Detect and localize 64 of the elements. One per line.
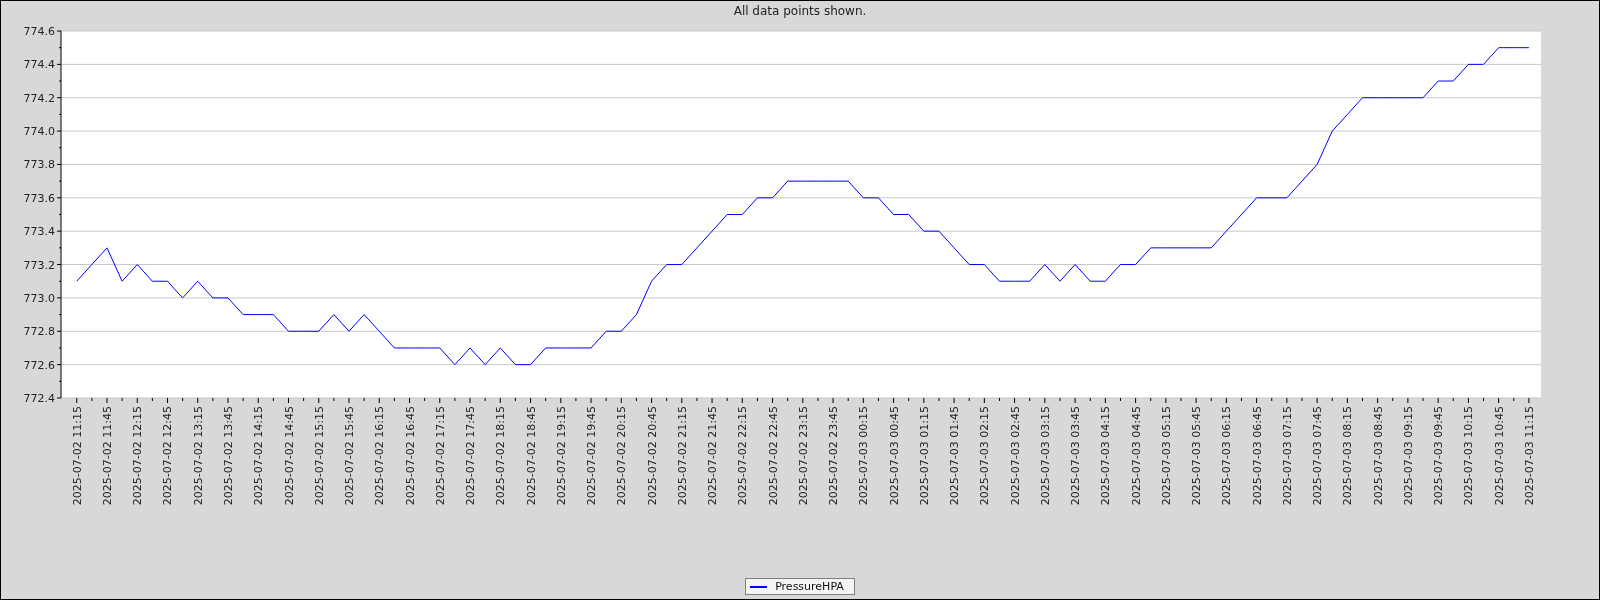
x-tick-label: 2025-07-02 22:15 — [736, 406, 750, 506]
x-tick-label: 2025-07-02 23:45 — [827, 406, 841, 506]
y-tick-label: 774.6 — [23, 25, 55, 38]
y-tick-label: 772.6 — [23, 358, 55, 372]
x-tick-label: 2025-07-03 09:45 — [1432, 406, 1446, 506]
x-tick-label: 2025-07-03 10:45 — [1492, 406, 1506, 506]
x-tick-label: 2025-07-03 11:15 — [1522, 406, 1536, 506]
x-tick-label: 2025-07-03 02:15 — [978, 406, 992, 506]
x-tick-label: 2025-07-03 01:45 — [948, 406, 962, 506]
x-tick-label: 2025-07-03 06:15 — [1220, 406, 1234, 506]
x-tick-label: 2025-07-03 03:15 — [1038, 406, 1052, 506]
x-tick-label: 2025-07-02 20:15 — [615, 406, 629, 506]
x-tick-label: 2025-07-02 13:15 — [191, 406, 205, 506]
x-tick-label: 2025-07-03 01:15 — [917, 406, 931, 506]
x-tick-label: 2025-07-03 09:15 — [1401, 406, 1415, 506]
x-tick-label: 2025-07-02 23:15 — [796, 406, 810, 506]
x-tick-label: 2025-07-03 04:45 — [1129, 406, 1143, 506]
x-tick-label: 2025-07-02 14:15 — [252, 406, 266, 506]
x-tick-label: 2025-07-02 15:15 — [312, 406, 326, 506]
x-tick-label: 2025-07-02 11:15 — [70, 406, 84, 506]
x-tick-label: 2025-07-02 16:15 — [373, 406, 387, 506]
x-tick-label: 2025-07-03 08:15 — [1341, 406, 1355, 506]
x-tick-label: 2025-07-02 15:45 — [343, 406, 356, 506]
x-tick-label: 2025-07-02 14:45 — [282, 406, 296, 506]
x-tick-label: 2025-07-02 13:45 — [222, 406, 235, 506]
y-tick-label: 773.8 — [23, 158, 55, 172]
x-tick-label: 2025-07-03 05:45 — [1190, 406, 1204, 506]
y-tick-label: 773.4 — [23, 225, 55, 239]
legend-swatch-icon — [750, 585, 768, 588]
x-tick-label: 2025-07-02 16:45 — [403, 406, 417, 506]
y-tick-label: 774.0 — [23, 125, 55, 139]
x-tick-label: 2025-07-02 12:15 — [131, 406, 145, 506]
x-tick-label: 2025-07-02 18:15 — [494, 406, 508, 506]
x-tick-label: 2025-07-02 17:45 — [464, 406, 478, 506]
y-tick-label: 773.2 — [23, 258, 55, 272]
x-tick-label: 2025-07-03 06:45 — [1250, 406, 1264, 506]
x-tick-label: 2025-07-02 12:45 — [161, 406, 175, 506]
x-tick-label: 2025-07-03 10:15 — [1462, 406, 1476, 506]
x-tick-label: 2025-07-03 07:45 — [1311, 406, 1325, 506]
x-tick-label: 2025-07-02 20:45 — [645, 406, 659, 506]
x-tick-label: 2025-07-02 21:15 — [675, 406, 689, 506]
x-tick-label: 2025-07-02 19:15 — [554, 406, 568, 506]
x-tick-label: 2025-07-03 07:15 — [1280, 406, 1294, 506]
x-tick-label: 2025-07-03 00:45 — [887, 406, 901, 506]
y-tick-label: 772.8 — [23, 325, 55, 339]
y-tick-label: 773.6 — [23, 191, 55, 205]
x-tick-label: 2025-07-02 17:15 — [433, 406, 447, 506]
legend-label: PressureHPA — [775, 580, 844, 593]
x-tick-label: 2025-07-02 19:45 — [585, 406, 599, 506]
x-tick-label: 2025-07-02 11:45 — [101, 406, 114, 506]
x-tick-label: 2025-07-03 03:45 — [1069, 406, 1083, 506]
y-tick-label: 773.0 — [23, 291, 55, 305]
x-tick-label: 2025-07-02 22:45 — [766, 406, 780, 506]
y-tick-label: 774.2 — [23, 91, 55, 105]
chart-title: All data points shown. — [732, 3, 868, 20]
x-tick-label: 2025-07-03 00:15 — [857, 406, 871, 506]
x-tick-label: 2025-07-02 18:45 — [524, 406, 538, 506]
x-tick-label: 2025-07-03 02:45 — [1008, 406, 1022, 506]
x-tick-label: 2025-07-03 08:45 — [1371, 406, 1385, 506]
x-tick-label: 2025-07-02 21:45 — [706, 406, 720, 506]
y-tick-label: 772.4 — [23, 392, 55, 405]
x-tick-label: 2025-07-03 04:15 — [1099, 406, 1113, 506]
x-tick-label: 2025-07-03 05:15 — [1159, 406, 1173, 506]
y-tick-label: 774.4 — [23, 58, 55, 72]
